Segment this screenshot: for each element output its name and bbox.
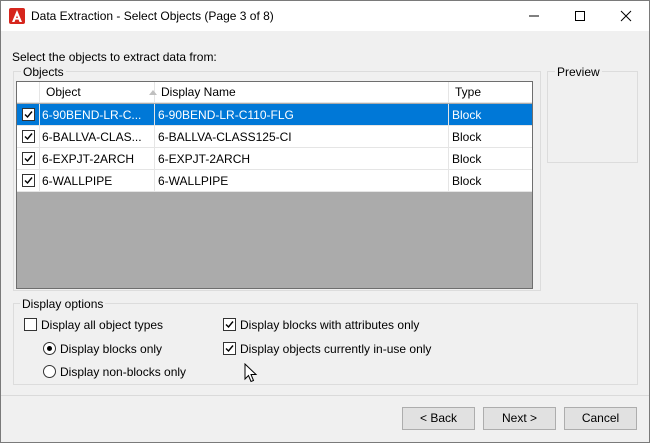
table-row[interactable]: 6-WALLPIPE 6-WALLPIPE Block <box>17 170 532 192</box>
objects-list[interactable]: Object Display Name Type 6-90BEND-LR-C..… <box>16 81 533 289</box>
table-row[interactable]: 6-BALLVA-CLAS... 6-BALLVA-CLASS125-CI Bl… <box>17 126 532 148</box>
display-non-blocks-only-label: Display non-blocks only <box>60 365 187 379</box>
mouse-pointer-icon <box>244 363 258 383</box>
column-header-type-label: Type <box>455 85 482 99</box>
checkmark-icon <box>225 345 234 353</box>
objects-group-label: Objects <box>21 65 66 79</box>
cancel-button[interactable]: Cancel <box>564 407 637 430</box>
data-extraction-dialog: Data Extraction - Select Objects (Page 3… <box>0 0 650 443</box>
display-name-cell: 6-EXPJT-2ARCH <box>155 148 449 170</box>
checkmark-icon <box>225 321 234 329</box>
minimize-icon <box>529 15 539 17</box>
footer-divider <box>1 395 649 396</box>
object-cell: 6-EXPJT-2ARCH <box>40 148 155 170</box>
display-blocks-with-attributes-label: Display blocks with attributes only <box>240 318 420 332</box>
display-all-object-types-checkbox[interactable]: Display all object types <box>24 317 194 333</box>
minimize-button[interactable] <box>511 1 557 31</box>
radio-unselected <box>43 365 56 378</box>
checkbox-cell <box>17 126 40 148</box>
autocad-a-icon <box>9 8 25 24</box>
type-cell: Block <box>452 174 482 188</box>
display-options-label: Display options <box>20 297 106 311</box>
table-row[interactable]: 6-EXPJT-2ARCH 6-EXPJT-2ARCH Block <box>17 148 532 170</box>
checkbox-box <box>24 318 37 331</box>
instruction-text: Select the objects to extract data from: <box>12 50 217 64</box>
column-header-object[interactable]: Object <box>40 82 157 103</box>
maximize-icon <box>575 11 585 21</box>
checkbox-cell <box>17 104 40 126</box>
checkbox-box <box>223 342 236 355</box>
checkbox-cell <box>17 170 40 192</box>
list-header: Object Display Name Type <box>17 82 532 103</box>
display-blocks-only-radio[interactable]: Display blocks only <box>43 341 203 357</box>
display-objects-in-use-checkbox[interactable]: Display objects currently in-use only <box>223 341 443 357</box>
window-title: Data Extraction - Select Objects (Page 3… <box>31 9 274 23</box>
close-icon <box>620 10 632 22</box>
object-cell: 6-90BEND-LR-C... <box>40 104 155 126</box>
display-name-cell: 6-WALLPIPE <box>155 170 449 192</box>
object-cell: 6-BALLVA-CLAS... <box>40 126 155 148</box>
checkbox-box <box>223 318 236 331</box>
header-checkbox-column[interactable] <box>17 82 40 103</box>
display-name-cell: 6-90BEND-LR-C110-FLG <box>155 104 449 126</box>
preview-pane <box>547 71 638 163</box>
type-cell: Block <box>452 152 482 166</box>
column-header-type[interactable]: Type <box>449 82 532 103</box>
type-cell: Block <box>452 130 482 144</box>
back-button[interactable]: < Back <box>402 407 475 430</box>
table-row[interactable]: 6-90BEND-LR-C... 6-90BEND-LR-C110-FLG Bl… <box>17 104 532 126</box>
display-blocks-only-label: Display blocks only <box>60 342 163 356</box>
column-header-object-label: Object <box>46 85 81 99</box>
display-all-object-types-label: Display all object types <box>41 318 164 332</box>
type-cell: Block <box>452 108 482 122</box>
next-button[interactable]: Next > <box>483 407 556 430</box>
radio-dot-icon <box>47 346 52 351</box>
display-name-cell: 6-BALLVA-CLASS125-CI <box>155 126 449 148</box>
title-bar: Data Extraction - Select Objects (Page 3… <box>1 1 649 31</box>
checkbox-cell <box>17 148 40 170</box>
column-header-display-name-label: Display Name <box>161 85 236 99</box>
preview-label: Preview <box>555 65 602 79</box>
object-cell: 6-WALLPIPE <box>40 170 155 192</box>
maximize-button[interactable] <box>557 1 603 31</box>
display-blocks-with-attributes-checkbox[interactable]: Display blocks with attributes only <box>223 317 443 333</box>
column-header-display-name[interactable]: Display Name <box>155 82 449 103</box>
display-non-blocks-only-radio[interactable]: Display non-blocks only <box>43 364 213 380</box>
close-button[interactable] <box>603 1 649 31</box>
radio-selected <box>43 342 56 355</box>
display-objects-in-use-label: Display objects currently in-use only <box>240 342 432 356</box>
